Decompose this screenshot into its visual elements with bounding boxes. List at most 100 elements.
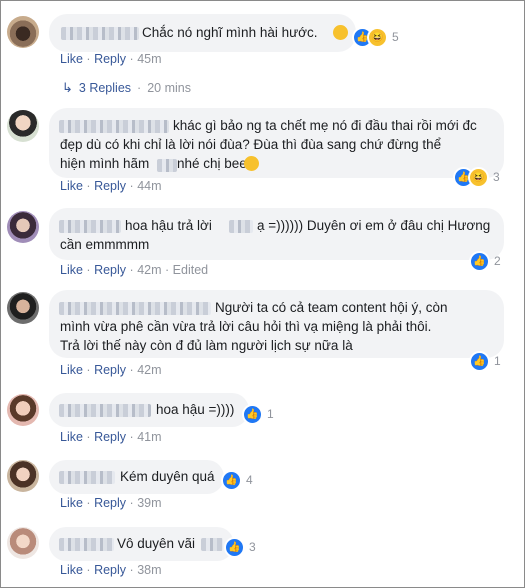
comment-text-line: cần emmmmm [60, 237, 150, 252]
timestamp[interactable]: 42m [137, 263, 161, 277]
comment-bubble: khác gì bảo ng ta chết mẹ nó đi đầu thai… [49, 108, 504, 178]
reply-link[interactable]: Reply [94, 263, 126, 277]
timestamp[interactable]: 42m [137, 363, 161, 377]
comment-text-line: hiện mình hãm [60, 156, 150, 171]
redacted-name [59, 404, 151, 417]
reply-link[interactable]: Reply [94, 496, 126, 510]
reply-link[interactable]: Reply [94, 363, 126, 377]
timestamp[interactable]: 39m [137, 496, 161, 510]
view-replies[interactable]: ↳ 3 Replies · 20 mins [62, 80, 191, 96]
comment-bubble: Chắc nó nghĩ mình hài hước. [49, 14, 356, 52]
separator: · [129, 363, 134, 377]
like-link[interactable]: Like [60, 563, 83, 577]
reaction-count: 1 [494, 354, 501, 368]
comment-text-line: mình vừa phê cần vừa trả lời câu hỏi thì… [60, 319, 432, 334]
reply-link[interactable]: Reply [94, 179, 126, 193]
separator: · [86, 430, 91, 444]
separator: · [86, 496, 91, 510]
reaction-summary[interactable]: 👍 3 [224, 536, 256, 558]
comment-bubble: hoa hậu trả lời ạ =)))))) Duyên ơi em ở … [49, 208, 504, 260]
comment-text-part: ạ =)))))) Duyên ơi em ở đâu chị Hương [257, 218, 491, 233]
comment-bubble: Vô duyên vãi [49, 527, 234, 561]
reaction-count: 3 [249, 540, 256, 554]
comment-text-part: hoa hậu trả lời [125, 218, 212, 233]
replies-timestamp: 20 mins [147, 81, 191, 95]
reply-arrow-icon: ↳ [62, 80, 73, 95]
reaction-count: 4 [246, 473, 253, 487]
like-link[interactable]: Like [60, 263, 83, 277]
reaction-summary[interactable]: 👍 😆 5 [352, 26, 399, 48]
comment-text-line: đẹp dù có khi chỉ là lời nói đùa? Đùa th… [60, 137, 442, 152]
comment-text: Kém duyên quá [120, 469, 215, 484]
comment-actions: Like · Reply · 38m [60, 563, 162, 577]
separator: · [86, 563, 91, 577]
avatar[interactable] [7, 211, 39, 243]
separator: · [129, 263, 134, 277]
comment-bubble: hoa hậu =)))) [49, 393, 249, 427]
like-reaction-icon: 👍 [224, 536, 245, 558]
comment-text: Vô duyên vãi [117, 536, 196, 551]
like-link[interactable]: Like [60, 179, 83, 193]
redacted-word [229, 220, 253, 233]
reaction-summary[interactable]: 👍 2 [469, 250, 501, 272]
reaction-count: 1 [267, 407, 274, 421]
like-reaction-icon: 👍 [469, 350, 490, 372]
comment-actions: Like · Reply · 41m [60, 430, 162, 444]
like-reaction-icon: 👍 [221, 469, 242, 491]
avatar[interactable] [7, 460, 39, 492]
timestamp[interactable]: 44m [137, 179, 161, 193]
reply-link[interactable]: Reply [94, 563, 126, 577]
reaction-summary[interactable]: 👍 😆 3 [453, 166, 500, 188]
comment-text: hoa hậu =)))) [156, 402, 235, 417]
separator: · [129, 179, 134, 193]
reaction-summary[interactable]: 👍 4 [221, 469, 253, 491]
avatar[interactable] [7, 292, 39, 324]
avatar[interactable] [7, 110, 39, 142]
separator: · [129, 52, 134, 66]
like-reaction-icon: 👍 [242, 403, 263, 425]
smirk-emoji-icon [333, 25, 348, 40]
like-reaction-icon: 👍 [469, 250, 490, 272]
separator: · [129, 430, 134, 444]
like-link[interactable]: Like [60, 363, 83, 377]
comment-actions: Like · Reply · 39m [60, 496, 162, 510]
reply-link[interactable]: Reply [94, 430, 126, 444]
edited-label[interactable]: Edited [173, 263, 208, 277]
avatar[interactable] [7, 527, 39, 559]
comment-actions: Like · Reply · 42m [60, 363, 162, 377]
redacted-name [59, 538, 114, 551]
redacted-name [59, 220, 121, 233]
comment-text-line: Trả lời thế này còn đ đủ làm người lịch … [60, 338, 353, 353]
replies-count-link[interactable]: 3 Replies [79, 81, 131, 95]
separator: · [86, 179, 91, 193]
reaction-count: 2 [494, 254, 501, 268]
like-link[interactable]: Like [60, 430, 83, 444]
comment-actions: Like · Reply · 42m · Edited [60, 263, 208, 277]
comment-text-line: khác gì bảo ng ta chết mẹ nó đi đầu thai… [173, 118, 477, 133]
redacted-word [201, 538, 223, 551]
separator: · [86, 263, 91, 277]
avatar[interactable] [7, 394, 39, 426]
avatar[interactable] [7, 16, 39, 48]
like-link[interactable]: Like [60, 52, 83, 66]
redacted-word [157, 159, 177, 172]
timestamp[interactable]: 41m [137, 430, 161, 444]
reaction-count: 5 [392, 30, 399, 44]
reaction-count: 3 [493, 170, 500, 184]
comment-actions: Like · Reply · 45m [60, 52, 162, 66]
reply-link[interactable]: Reply [94, 52, 126, 66]
like-link[interactable]: Like [60, 496, 83, 510]
redacted-name [61, 27, 139, 40]
timestamp[interactable]: 45m [137, 52, 161, 66]
timestamp[interactable]: 38m [137, 563, 161, 577]
comment-bubble: Người ta có cả team content hội ý, còn m… [49, 290, 504, 358]
smile-emoji-icon [244, 156, 259, 171]
separator: · [129, 496, 134, 510]
separator: · [86, 363, 91, 377]
reaction-summary[interactable]: 👍 1 [242, 403, 274, 425]
redacted-name [59, 120, 169, 133]
comment-text: Chắc nó nghĩ mình hài hước. [142, 25, 318, 40]
reaction-summary[interactable]: 👍 1 [469, 350, 501, 372]
comment-bubble: Kém duyên quá [49, 460, 224, 494]
separator: · [86, 52, 91, 66]
